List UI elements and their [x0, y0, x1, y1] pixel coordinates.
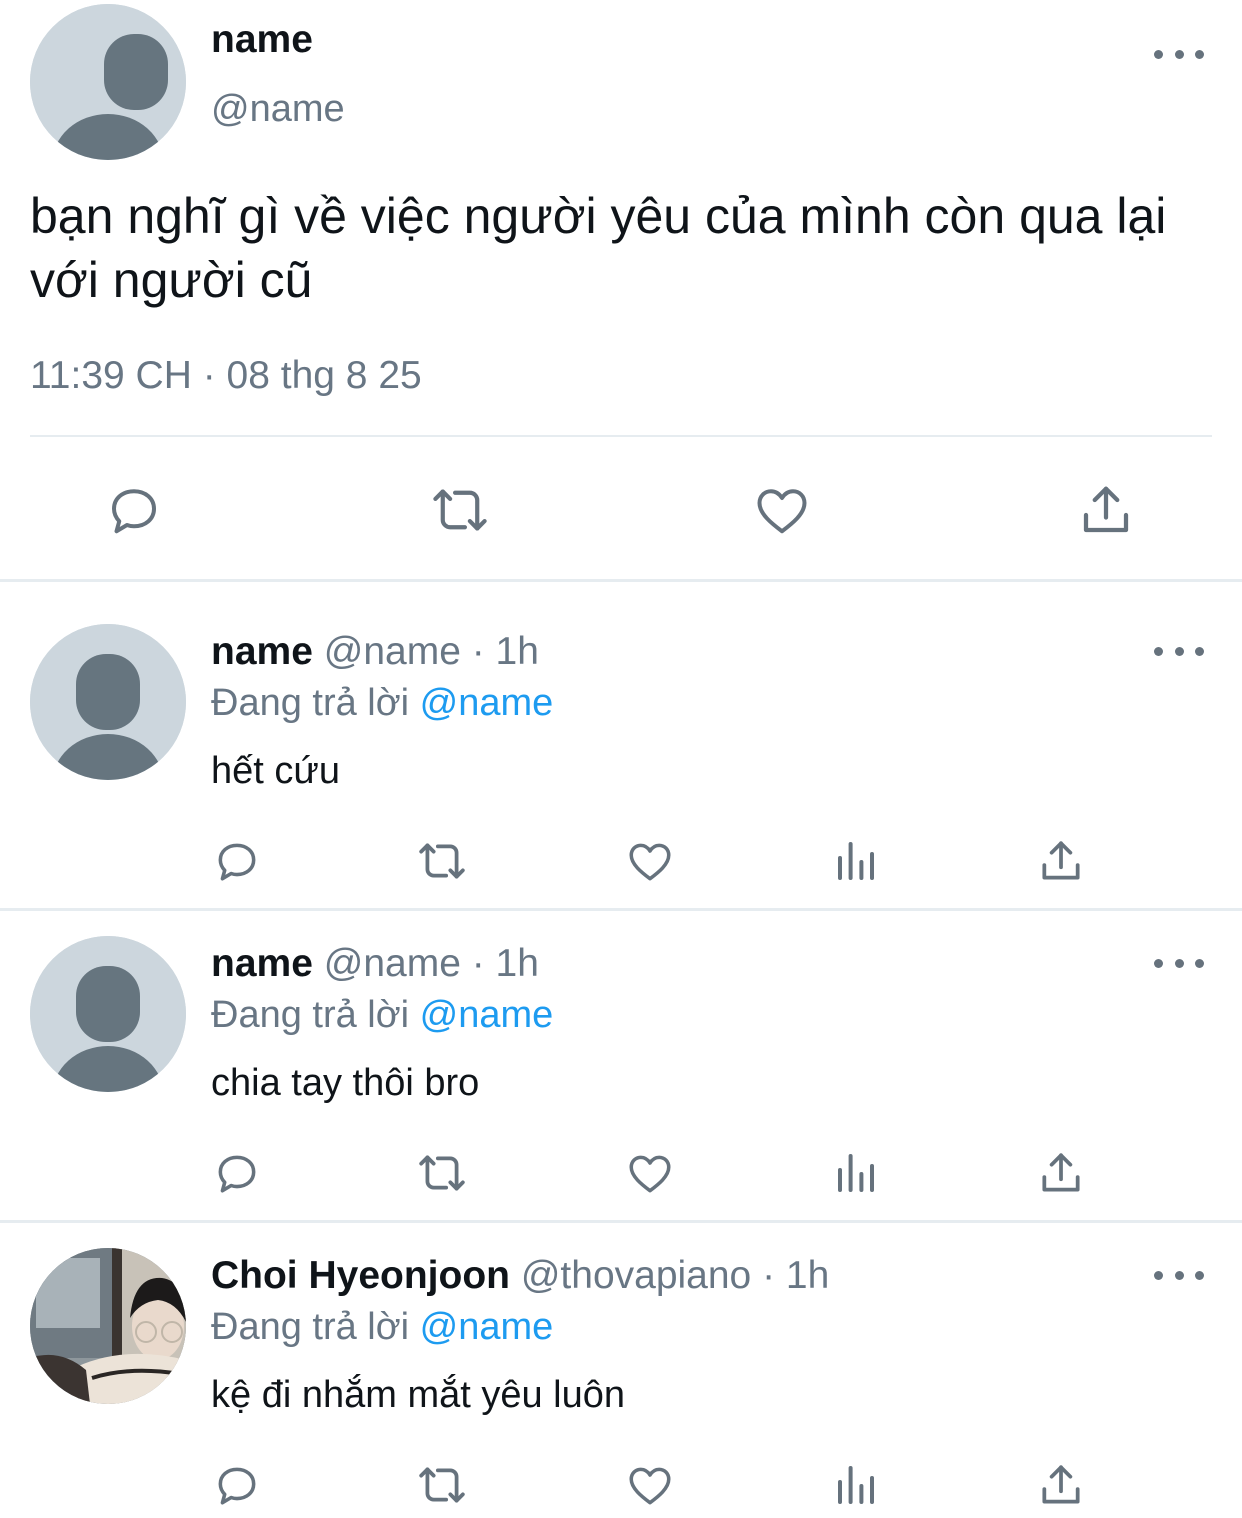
reply-icon[interactable]: [104, 480, 164, 540]
reply-text: chia tay thôi bro: [211, 1062, 480, 1104]
default-avatar-icon: [30, 936, 186, 1092]
reply-author-name[interactable]: name: [211, 630, 313, 673]
like-icon[interactable]: [752, 480, 812, 540]
reply-author-name[interactable]: name: [211, 942, 313, 985]
reply-header: name @name · 1h: [211, 630, 539, 674]
replying-label: Đang trả lời: [211, 682, 410, 724]
reply-header: name @name · 1h: [211, 942, 539, 986]
replying-mention[interactable]: @name: [420, 994, 554, 1036]
tweet-timestamp[interactable]: 11:39 CH · 08 thg 8 25: [30, 354, 422, 398]
tweet-text: bạn nghĩ gì về việc người yêu của mình c…: [30, 188, 1167, 308]
replying-label: Đang trả lời: [211, 994, 410, 1036]
reply-meta[interactable]: @name · 1h: [324, 630, 539, 673]
retweet-icon[interactable]: [428, 480, 492, 540]
divider: [30, 435, 1212, 437]
share-icon[interactable]: [1036, 836, 1086, 886]
like-icon[interactable]: [624, 1460, 676, 1510]
more-options-icon[interactable]: [1154, 44, 1204, 64]
reply-text: kệ đi nhắm mắt yêu luôn: [211, 1374, 626, 1416]
author-handle[interactable]: @name: [211, 88, 345, 131]
share-icon[interactable]: [1076, 480, 1136, 540]
more-options-icon[interactable]: [1154, 641, 1204, 661]
more-options-icon[interactable]: [1154, 1265, 1204, 1285]
more-options-icon[interactable]: [1154, 953, 1204, 973]
profile-photo-icon: [30, 1248, 186, 1404]
reply-text: hết cứu: [211, 750, 340, 792]
like-icon[interactable]: [624, 1148, 676, 1198]
section-divider: [0, 908, 1242, 911]
replying-to: Đang trả lời @name: [211, 1306, 553, 1349]
section-divider: [0, 1220, 1242, 1223]
reply-meta[interactable]: @thovapiano · 1h: [521, 1254, 829, 1297]
avatar-main[interactable]: [30, 4, 186, 160]
replying-mention[interactable]: @name: [420, 1306, 554, 1348]
avatar-reply-1[interactable]: [30, 624, 186, 780]
author-name[interactable]: name: [211, 18, 313, 62]
reply-icon[interactable]: [212, 1148, 262, 1198]
retweet-icon[interactable]: [414, 1148, 470, 1198]
default-avatar-icon: [30, 4, 186, 160]
avatar-reply-2[interactable]: [30, 936, 186, 1092]
analytics-icon[interactable]: [832, 1460, 880, 1508]
default-avatar-icon: [30, 624, 186, 780]
reply-icon[interactable]: [212, 836, 262, 886]
analytics-icon[interactable]: [832, 836, 880, 884]
replying-mention[interactable]: @name: [420, 682, 554, 724]
analytics-icon[interactable]: [832, 1148, 880, 1196]
reply-icon[interactable]: [212, 1460, 262, 1510]
reply-author-name[interactable]: Choi Hyeonjoon: [211, 1254, 510, 1297]
reply-meta[interactable]: @name · 1h: [324, 942, 539, 985]
retweet-icon[interactable]: [414, 836, 470, 886]
avatar-reply-3-photo[interactable]: [30, 1248, 186, 1404]
reply-header: Choi Hyeonjoon @thovapiano · 1h: [211, 1254, 829, 1298]
replying-to: Đang trả lời @name: [211, 994, 553, 1037]
like-icon[interactable]: [624, 836, 676, 886]
section-divider: [0, 579, 1242, 582]
share-icon[interactable]: [1036, 1148, 1086, 1198]
replying-to: Đang trả lời @name: [211, 682, 553, 725]
retweet-icon[interactable]: [414, 1460, 470, 1510]
replying-label: Đang trả lời: [211, 1306, 410, 1348]
share-icon[interactable]: [1036, 1460, 1086, 1510]
